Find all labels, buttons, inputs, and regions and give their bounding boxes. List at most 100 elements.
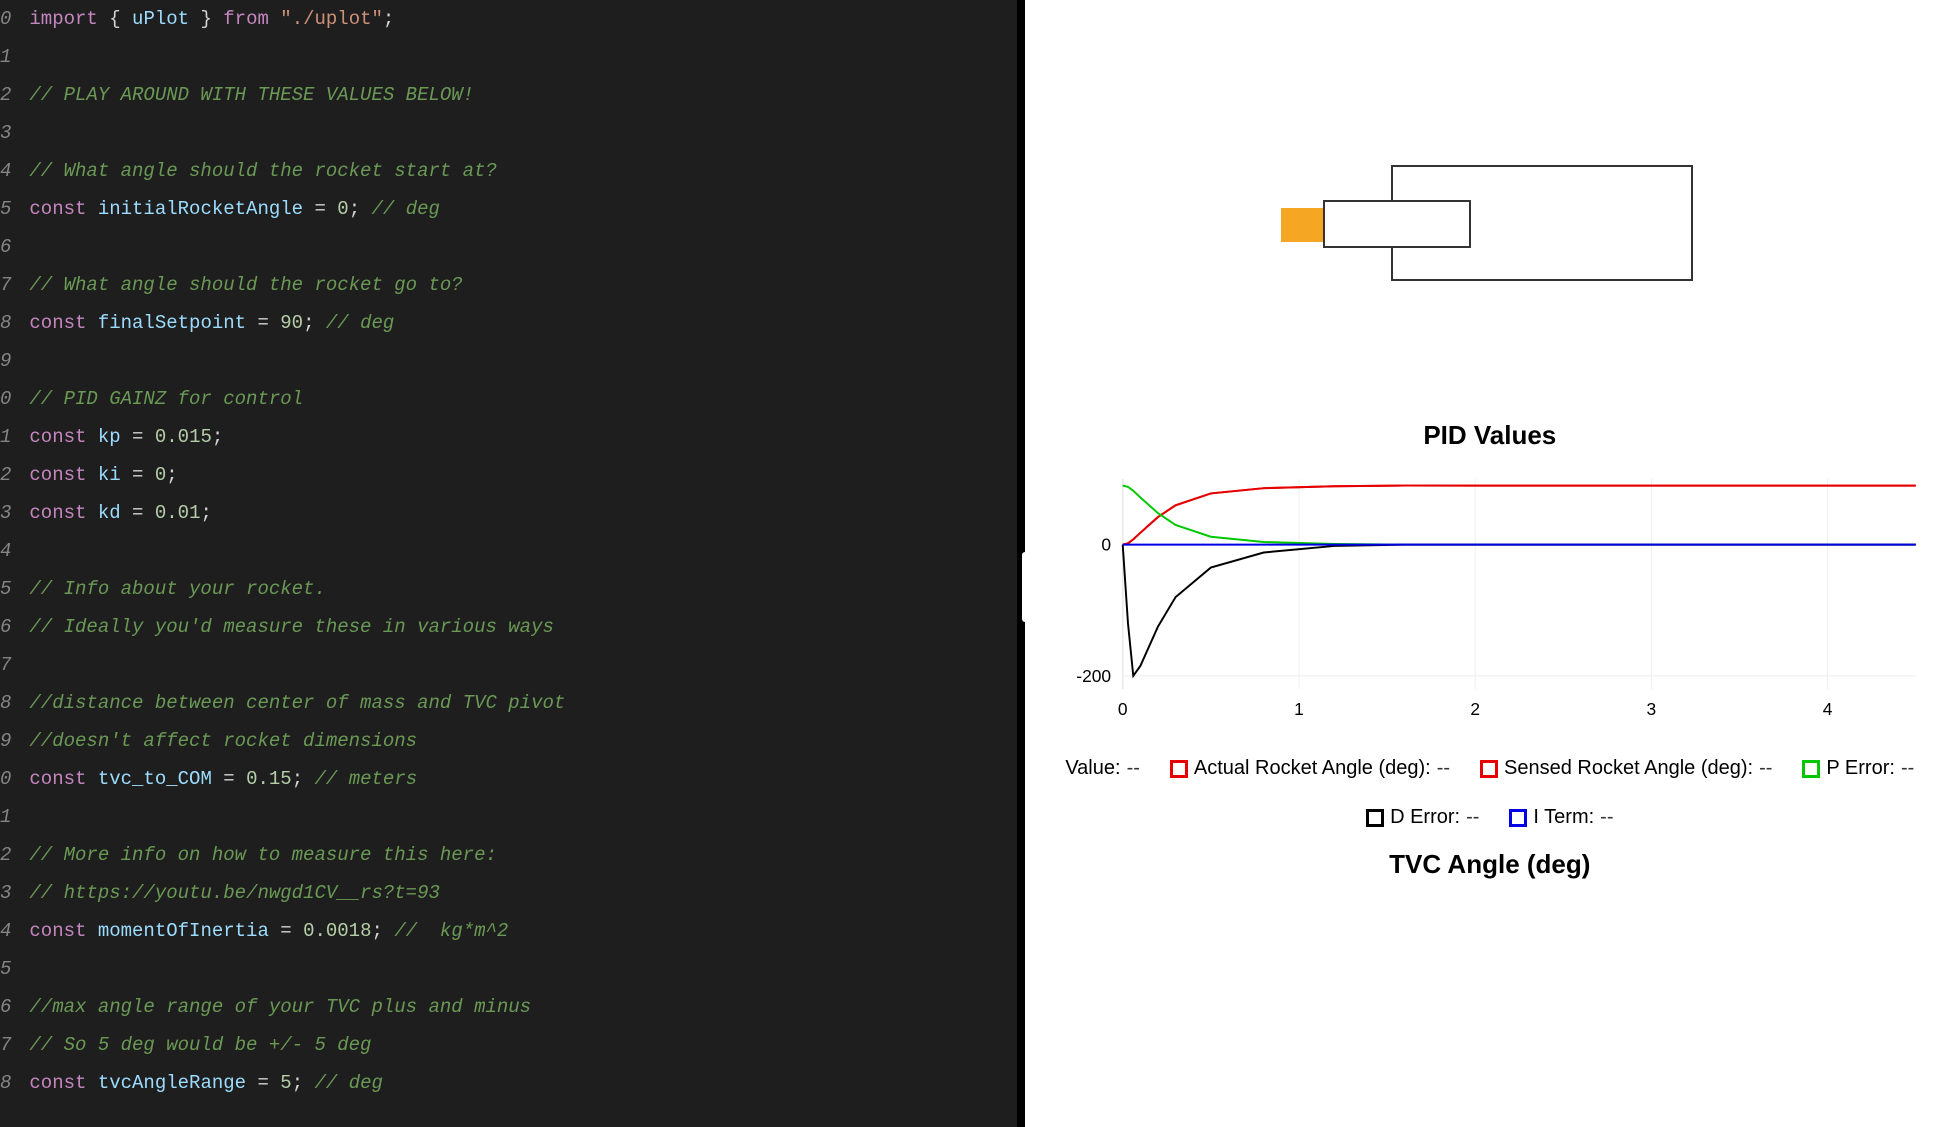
code-line[interactable]: 9: [0, 342, 1017, 380]
legend-swatch-icon: [1366, 809, 1384, 827]
code-line[interactable]: 5// Info about your rocket.: [0, 570, 1017, 608]
line-number: 8: [0, 304, 29, 342]
line-content[interactable]: // PID GAINZ for control: [29, 380, 1016, 418]
line-content[interactable]: [29, 114, 1016, 152]
code-line[interactable]: 0// PID GAINZ for control: [0, 380, 1017, 418]
line-content[interactable]: const kp = 0.015;: [29, 418, 1016, 456]
x-tick-label: 0: [1117, 699, 1127, 719]
x-tick-label: 4: [1822, 699, 1832, 719]
line-content[interactable]: // More info on how to measure this here…: [29, 836, 1016, 874]
code-line[interactable]: 8const finalSetpoint = 90; // deg: [0, 304, 1017, 342]
line-content[interactable]: [29, 798, 1016, 836]
series-line: [1122, 545, 1915, 676]
legend-label: Value:: [1065, 757, 1120, 780]
legend-value: --: [1901, 757, 1914, 780]
legend-value: --: [1127, 757, 1140, 780]
line-number: 9: [0, 722, 29, 760]
line-content[interactable]: const tvcAngleRange = 5; // deg: [29, 1064, 1016, 1102]
x-tick-label: 1: [1294, 699, 1304, 719]
legend-swatch-icon: [1480, 760, 1498, 778]
legend-value: --: [1600, 806, 1613, 829]
line-content[interactable]: // What angle should the rocket start at…: [29, 152, 1016, 190]
code-line[interactable]: 2// More info on how to measure this her…: [0, 836, 1017, 874]
code-line[interactable]: 2const ki = 0;: [0, 456, 1017, 494]
code-line[interactable]: 8const tvcAngleRange = 5; // deg: [0, 1064, 1017, 1102]
line-number: 7: [0, 1026, 29, 1064]
code-line[interactable]: 1: [0, 38, 1017, 76]
legend-item[interactable]: P Error: --: [1802, 757, 1914, 780]
legend-item[interactable]: Value: --: [1065, 757, 1140, 780]
line-content[interactable]: // https://youtu.be/nwgd1CV__rs?t=93: [29, 874, 1016, 912]
line-content[interactable]: const finalSetpoint = 90; // deg: [29, 304, 1016, 342]
code-line[interactable]: 4const momentOfInertia = 0.0018; // kg*m…: [0, 912, 1017, 950]
code-line[interactable]: 8//distance between center of mass and T…: [0, 684, 1017, 722]
line-content[interactable]: // Info about your rocket.: [29, 570, 1016, 608]
code-line[interactable]: 0const tvc_to_COM = 0.15; // meters: [0, 760, 1017, 798]
legend-item[interactable]: Actual Rocket Angle (deg): --: [1170, 757, 1450, 780]
code-line[interactable]: 7// What angle should the rocket go to?: [0, 266, 1017, 304]
x-tick-label: 3: [1646, 699, 1656, 719]
legend-item[interactable]: I Term: --: [1509, 806, 1613, 829]
line-number: 0: [0, 760, 29, 798]
legend-value: --: [1437, 757, 1450, 780]
line-content[interactable]: [29, 342, 1016, 380]
legend-value: --: [1759, 757, 1772, 780]
line-number: 0: [0, 380, 29, 418]
chart-legend: Value: --Actual Rocket Angle (deg): --Se…: [1055, 757, 1925, 829]
line-number: 5: [0, 190, 29, 228]
line-content[interactable]: const kd = 0.01;: [29, 494, 1016, 532]
line-number: 4: [0, 152, 29, 190]
legend-item[interactable]: Sensed Rocket Angle (deg): --: [1480, 757, 1772, 780]
line-content[interactable]: [29, 38, 1016, 76]
line-number: 7: [0, 266, 29, 304]
code-line[interactable]: 6// Ideally you'd measure these in vario…: [0, 608, 1017, 646]
rocket-flame-icon: [1281, 208, 1323, 242]
code-editor-pane[interactable]: 0import { uPlot } from "./uplot";12// PL…: [0, 0, 1017, 1127]
y-tick-label: -200: [1076, 666, 1111, 686]
line-content[interactable]: const initialRocketAngle = 0; // deg: [29, 190, 1016, 228]
line-content[interactable]: //max angle range of your TVC plus and m…: [29, 988, 1016, 1026]
line-number: 1: [0, 418, 29, 456]
legend-item[interactable]: D Error: --: [1366, 806, 1479, 829]
chart-title: PID Values: [1055, 420, 1925, 451]
code-line[interactable]: 2// PLAY AROUND WITH THESE VALUES BELOW!: [0, 76, 1017, 114]
line-content[interactable]: // PLAY AROUND WITH THESE VALUES BELOW!: [29, 76, 1016, 114]
line-number: 1: [0, 798, 29, 836]
code-line[interactable]: 5const initialRocketAngle = 0; // deg: [0, 190, 1017, 228]
code-line[interactable]: 1const kp = 0.015;: [0, 418, 1017, 456]
line-number: 6: [0, 988, 29, 1026]
pane-splitter[interactable]: [1017, 0, 1025, 1127]
line-number: 1: [0, 38, 29, 76]
legend-swatch-icon: [1170, 760, 1188, 778]
chart-subtitle: TVC Angle (deg): [1055, 849, 1925, 880]
line-content[interactable]: const ki = 0;: [29, 456, 1016, 494]
line-content[interactable]: [29, 532, 1016, 570]
legend-label: D Error:: [1390, 806, 1460, 829]
line-content[interactable]: [29, 950, 1016, 988]
code-line[interactable]: 6//max angle range of your TVC plus and …: [0, 988, 1017, 1026]
code-line[interactable]: 0import { uPlot } from "./uplot";: [0, 0, 1017, 38]
line-content[interactable]: const tvc_to_COM = 0.15; // meters: [29, 760, 1016, 798]
line-content[interactable]: // So 5 deg would be +/- 5 deg: [29, 1026, 1016, 1064]
line-content[interactable]: //doesn't affect rocket dimensions: [29, 722, 1016, 760]
line-number: 3: [0, 874, 29, 912]
code-line[interactable]: 7: [0, 646, 1017, 684]
line-content[interactable]: [29, 646, 1016, 684]
code-body[interactable]: 0import { uPlot } from "./uplot";12// PL…: [0, 0, 1017, 1102]
line-content[interactable]: [29, 228, 1016, 266]
code-line[interactable]: 4: [0, 532, 1017, 570]
line-content[interactable]: import { uPlot } from "./uplot";: [29, 0, 1016, 38]
code-line[interactable]: 7// So 5 deg would be +/- 5 deg: [0, 1026, 1017, 1064]
line-content[interactable]: // What angle should the rocket go to?: [29, 266, 1016, 304]
code-line[interactable]: 6: [0, 228, 1017, 266]
code-line[interactable]: 3: [0, 114, 1017, 152]
code-line[interactable]: 4// What angle should the rocket start a…: [0, 152, 1017, 190]
code-line[interactable]: 9//doesn't affect rocket dimensions: [0, 722, 1017, 760]
code-line[interactable]: 5: [0, 950, 1017, 988]
line-content[interactable]: //distance between center of mass and TV…: [29, 684, 1016, 722]
code-line[interactable]: 3// https://youtu.be/nwgd1CV__rs?t=93: [0, 874, 1017, 912]
line-content[interactable]: const momentOfInertia = 0.0018; // kg*m^…: [29, 912, 1016, 950]
code-line[interactable]: 3const kd = 0.01;: [0, 494, 1017, 532]
line-content[interactable]: // Ideally you'd measure these in variou…: [29, 608, 1016, 646]
code-line[interactable]: 1: [0, 798, 1017, 836]
